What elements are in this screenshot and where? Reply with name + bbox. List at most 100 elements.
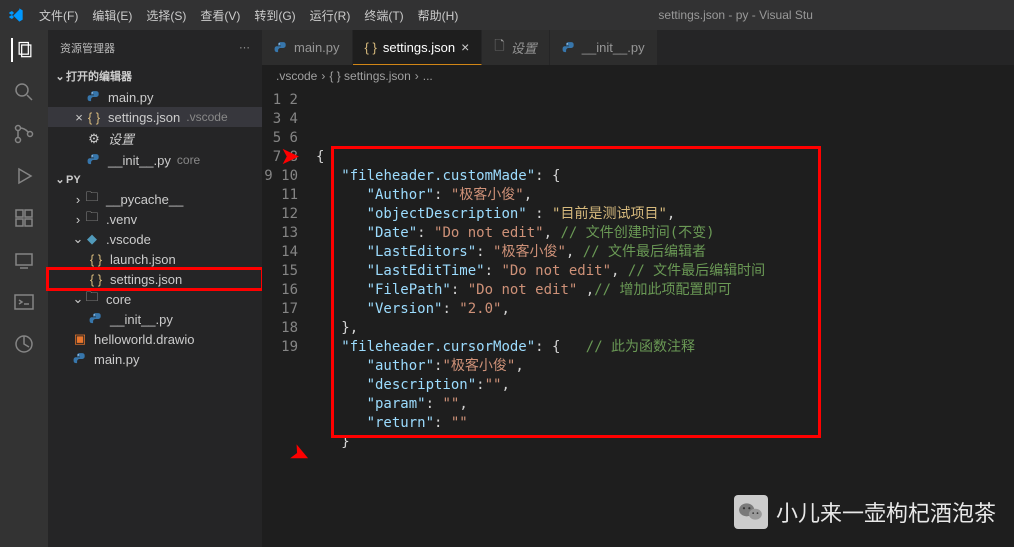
code-comment: // 此为函数注释 — [586, 339, 695, 355]
code-key: "author" — [367, 358, 434, 374]
folder-pycache[interactable]: › 🗀 __pycache__ — [48, 189, 262, 209]
code-val: "" — [442, 396, 459, 412]
sidebar-header: 资源管理器 ⋯ — [48, 30, 262, 65]
tree-label: launch.json — [110, 252, 176, 267]
menu-view[interactable]: 查看(V) — [193, 7, 247, 24]
menu-goto[interactable]: 转到(G) — [247, 7, 302, 24]
json-icon: { } — [86, 109, 102, 125]
chevron-right-icon: › — [72, 212, 84, 227]
menu-select[interactable]: 选择(S) — [139, 7, 193, 24]
code-pun: : { — [535, 168, 560, 184]
terminal-nav-icon[interactable] — [12, 290, 36, 314]
code-key: "Author" — [367, 187, 434, 203]
file-init[interactable]: __init__.py — [48, 309, 262, 329]
tab-init[interactable]: __init__.py — [550, 30, 658, 65]
tree-label: core — [106, 292, 131, 307]
source-control-icon[interactable] — [12, 122, 36, 146]
open-editors-section[interactable]: ⌄ 打开的编辑器 — [48, 65, 262, 87]
code-key: "LastEditors" — [367, 244, 477, 260]
tree-label: __pycache__ — [106, 192, 183, 207]
code-line: { — [316, 149, 324, 165]
python-icon — [72, 351, 88, 367]
folder-icon: 🗀 — [84, 191, 100, 207]
search-icon[interactable] — [12, 80, 36, 104]
menu-help[interactable]: 帮助(H) — [411, 7, 466, 24]
tree-label: settings.json — [110, 272, 182, 287]
project-label: PY — [66, 174, 81, 186]
menu-run[interactable]: 运行(R) — [303, 7, 358, 24]
breadcrumb[interactable]: .vscode › { } settings.json › ... — [262, 65, 1014, 87]
editor-area: main.py { } settings.json × 🗋 设置 __init_… — [262, 30, 1014, 547]
menu-file[interactable]: 文件(F) — [32, 7, 85, 24]
sidebar: 资源管理器 ⋯ ⌄ 打开的编辑器 main.py × { } settings.… — [48, 30, 262, 547]
code-content[interactable]: { "fileheader.customMade": { "Author": "… — [316, 87, 1014, 547]
menu-terminal[interactable]: 终端(T) — [357, 7, 410, 24]
run-debug-icon[interactable] — [12, 164, 36, 188]
open-editor-label: 设置 — [108, 129, 134, 148]
crumb[interactable]: ... — [423, 69, 433, 83]
more-icon[interactable]: ⋯ — [239, 41, 250, 54]
python-icon — [274, 41, 288, 55]
line-gutter: 1 2 3 4 5 6 7 8 9 10 11 12 13 14 15 16 1… — [262, 87, 316, 547]
tab-settings[interactable]: { } settings.json × — [353, 30, 483, 65]
main-area: 资源管理器 ⋯ ⌄ 打开的编辑器 main.py × { } settings.… — [0, 30, 1014, 547]
tree-label: helloworld.drawio — [94, 332, 194, 347]
gitlens-icon[interactable] — [12, 332, 36, 356]
python-icon — [86, 89, 102, 105]
code-comment: // 文件最后编辑者 — [583, 244, 706, 260]
gear-icon: ⚙ — [86, 131, 102, 147]
activity-bar — [0, 30, 48, 547]
tab-main[interactable]: main.py — [262, 30, 353, 65]
file-icon: 🗋 — [494, 37, 504, 59]
folder-venv[interactable]: › 🗀 .venv — [48, 209, 262, 229]
close-icon[interactable]: × — [72, 110, 86, 125]
code-key: "FilePath" — [367, 282, 451, 298]
folder-core[interactable]: ⌄ 🗀 core — [48, 289, 262, 309]
file-settings[interactable]: { } settings.json — [48, 269, 262, 289]
folder-vscode[interactable]: ⌄ ◆ .vscode — [48, 229, 262, 249]
open-editor-main[interactable]: main.py — [48, 87, 262, 107]
chevron-right-icon: › — [415, 69, 419, 83]
code-val: "" — [451, 415, 468, 431]
tree-label: .vscode — [106, 232, 151, 247]
code-val: "极客小俊" — [442, 358, 515, 374]
open-editor-init[interactable]: __init__.py core — [48, 150, 262, 170]
extensions-icon[interactable] — [12, 206, 36, 230]
code-pun: : { — [535, 339, 560, 355]
open-editor-label: __init__.py — [108, 153, 171, 168]
window-title: settings.json - py - Visual Stu — [465, 8, 1006, 22]
code-key: "objectDescription" — [367, 206, 527, 222]
code-key: "LastEditTime" — [367, 263, 485, 279]
code-key: "description" — [367, 377, 477, 393]
editor-body[interactable]: 1 2 3 4 5 6 7 8 9 10 11 12 13 14 15 16 1… — [262, 87, 1014, 547]
python-icon — [88, 311, 104, 327]
crumb[interactable]: { } settings.json — [329, 69, 410, 83]
code-key: "return" — [367, 415, 434, 431]
code-val: "Do not edit" — [434, 225, 544, 241]
code-val: "极客小俊" — [451, 187, 524, 203]
file-drawio[interactable]: ▣ helloworld.drawio — [48, 329, 262, 349]
crumb[interactable]: .vscode — [276, 69, 317, 83]
code-val: "目前是测试项目" — [552, 206, 667, 222]
tab-label: main.py — [294, 40, 340, 55]
open-editor-prefs[interactable]: ⚙ 设置 — [48, 127, 262, 150]
tab-label: settings.json — [383, 40, 455, 55]
file-main[interactable]: main.py — [48, 349, 262, 369]
code-key: "param" — [367, 396, 426, 412]
vscode-logo-icon — [8, 7, 24, 23]
chevron-right-icon: › — [321, 69, 325, 83]
code-val: "极客小俊" — [493, 244, 566, 260]
remote-icon[interactable] — [12, 248, 36, 272]
file-launch[interactable]: { } launch.json — [48, 249, 262, 269]
explorer-icon[interactable] — [11, 38, 35, 62]
open-editor-settings[interactable]: × { } settings.json .vscode — [48, 107, 262, 127]
tab-prefs[interactable]: 🗋 设置 — [482, 30, 549, 65]
tab-label: 设置 — [511, 38, 537, 57]
menu-edit[interactable]: 编辑(E) — [85, 7, 139, 24]
project-section[interactable]: ⌄ PY — [48, 170, 262, 189]
code-comment: // 增加此项配置即可 — [594, 282, 731, 298]
close-icon[interactable]: × — [461, 39, 469, 55]
watermark-text: 小儿来一壶枸杞酒泡茶 — [776, 496, 996, 528]
code-key: "fileheader.cursorMode" — [341, 339, 535, 355]
spacer — [72, 131, 86, 146]
